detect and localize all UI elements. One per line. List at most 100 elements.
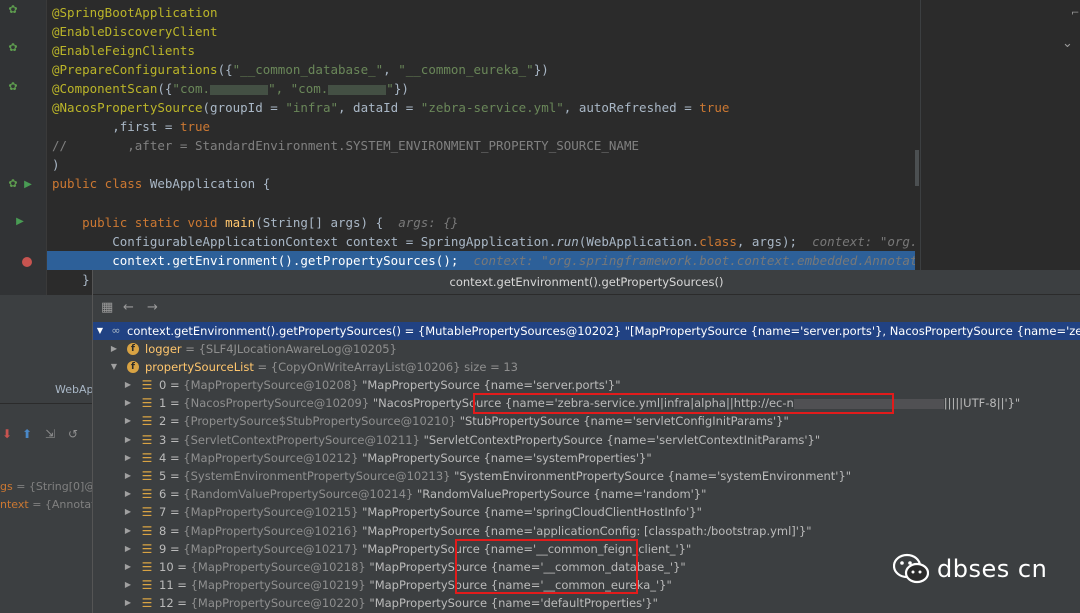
list-item[interactable]: ▶ ☰ 2 = {PropertySource$StubPropertySource…	[93, 412, 1080, 430]
field-icon: f	[127, 361, 139, 373]
stop-icon[interactable]: ⬇	[2, 427, 12, 441]
item-type: {MapPropertySource@10218}	[190, 560, 366, 574]
expanded-triangle-icon[interactable]: ▼	[109, 358, 119, 376]
item-index: 11	[159, 578, 174, 593]
code-line[interactable]: @ComponentScan({"com. ", "com. "})	[47, 79, 915, 98]
item-description: "ServletContextPropertySource {name='ser…	[423, 432, 821, 447]
spring-bean-icon[interactable]: ✿	[7, 4, 19, 16]
code-line[interactable]: public static void main(String[] args) {…	[47, 213, 915, 232]
code-line[interactable]: @NacosPropertySource(groupId = "infra", …	[47, 98, 915, 117]
list-element-icon: ☰	[141, 450, 153, 465]
chevron-down-icon[interactable]: ⌄	[1062, 36, 1073, 51]
run-gutter-icon[interactable]: ▶	[14, 216, 26, 228]
editor-gutter: ✿ ✿ ✿ ✿ ▶ ▶	[0, 0, 47, 295]
restore-icon[interactable]: ↺	[68, 427, 78, 441]
collapsed-triangle-icon[interactable]: ▶	[123, 503, 133, 521]
code-token: "	[386, 81, 394, 96]
collapsed-triangle-icon[interactable]: ▶	[123, 540, 133, 558]
expanded-triangle-icon[interactable]: ▼	[95, 322, 105, 340]
item-type: {MapPropertySource@10212}	[183, 450, 359, 465]
code-line[interactable]: @PrepareConfigurations({"__common_databa…	[47, 60, 915, 79]
code-line[interactable]: ,first = true	[47, 117, 915, 136]
list-item-label: 0 = {MapPropertySource@10208} "MapProper…	[159, 376, 621, 394]
collapsed-triangle-icon[interactable]: ▶	[123, 449, 133, 467]
tree-field-row[interactable]: ▼ f propertySourceList = {CopyOnWriteArray…	[93, 358, 1080, 376]
list-element-icon: ☰	[141, 596, 153, 611]
item-description: "SystemEnvironmentPropertySource {name='…	[454, 469, 852, 483]
code-line[interactable]: @EnableFeignClients	[47, 41, 915, 60]
item-equals: =	[166, 396, 184, 411]
collapsed-triangle-icon[interactable]: ▶	[109, 340, 119, 358]
item-equals: =	[166, 378, 184, 392]
forward-arrow-icon[interactable]: →	[147, 300, 158, 315]
list-item-label: 3 = {ServletContextPropertySource@10211}…	[159, 431, 820, 449]
collapsed-triangle-icon[interactable]: ▶	[123, 394, 133, 412]
collapsed-triangle-icon[interactable]: ▶	[123, 467, 133, 485]
tree-view-icon[interactable]: ▦	[101, 300, 113, 315]
list-item-label: 2 = {PropertySource$StubPropertySource@1…	[159, 412, 789, 430]
collapsed-triangle-icon[interactable]: ▶	[123, 431, 133, 449]
code-token: ConfigurableApplicationContext context =…	[52, 234, 557, 249]
collapsed-triangle-icon[interactable]: ▶	[123, 576, 133, 594]
code-line[interactable]	[47, 194, 915, 213]
list-item[interactable]: ▶ ☰ 12 = {MapPropertySource@10220} "MapPro…	[93, 594, 1080, 612]
breakpoint-icon[interactable]	[22, 257, 32, 267]
code-line-current[interactable]: context.getEnvironment().getPropertySour…	[47, 251, 915, 270]
spring-bean-icon[interactable]: ✿	[7, 81, 19, 93]
code-line[interactable]: )	[47, 155, 915, 174]
collapsed-triangle-icon[interactable]: ▶	[123, 522, 133, 540]
list-item[interactable]: ▶ ☰ 6 = {RandomValuePropertySource@10214} …	[93, 485, 1080, 503]
code-token: @ComponentScan	[52, 81, 158, 96]
item-equals: =	[173, 560, 191, 574]
step-out-icon[interactable]: ⬆	[22, 427, 32, 441]
editor-scrollbar[interactable]	[915, 0, 919, 295]
code-line[interactable]: // ,after = StandardEnvironment.SYSTEM_E…	[47, 136, 915, 155]
code-token: , autoRefreshed =	[563, 100, 700, 115]
item-type: {MapPropertySource@10215}	[183, 505, 359, 520]
code-line[interactable]: @SpringBootApplication	[47, 3, 915, 22]
collapsed-triangle-icon[interactable]: ▶	[123, 558, 133, 576]
list-item[interactable]: ▶ ☰ 0 = {MapPropertySource@10208} "MapProp…	[93, 376, 1080, 394]
list-element-icon: ☰	[141, 432, 153, 447]
code-token: , args);	[736, 234, 813, 249]
item-index: 12	[159, 596, 174, 611]
watch-icon: ∞	[111, 324, 121, 337]
collapsed-triangle-icon[interactable]: ▶	[123, 412, 133, 430]
back-arrow-icon[interactable]: ←	[123, 300, 134, 315]
pin-icon[interactable]: ⌐	[1071, 8, 1079, 19]
editor-tab[interactable]: WebAp	[0, 377, 94, 403]
code-line[interactable]: @EnableDiscoveryClient	[47, 22, 915, 41]
item-equals: =	[166, 505, 184, 520]
list-item[interactable]: ▶ ☰ 3 = {ServletContextPropertySource@1021…	[93, 431, 1080, 449]
run-gutter-icon[interactable]: ▶	[22, 179, 34, 191]
item-equals: =	[173, 596, 191, 611]
frames-icon[interactable]: ⇲	[45, 427, 55, 441]
code-editor[interactable]: @SpringBootApplication @EnableDiscoveryCl…	[47, 0, 915, 295]
collapsed-triangle-icon[interactable]: ▶	[123, 376, 133, 394]
tree-field-row[interactable]: ▶ f logger = {SLF4JLocationAwareLog@10205}	[93, 340, 1080, 358]
code-token: ",	[268, 81, 291, 96]
item-index: 10	[159, 560, 174, 574]
code-token: (String[] args) {	[255, 215, 399, 230]
list-item[interactable]: ▶ ☰ 7 = {MapPropertySource@10215} "MapProp…	[93, 503, 1080, 521]
list-item-label: 4 = {MapPropertySource@10212} "MapProper…	[159, 449, 652, 467]
spring-bean-icon[interactable]: ✿	[7, 178, 19, 190]
item-description: "MapPropertySource {name='systemProperti…	[362, 450, 652, 465]
spring-bean-icon[interactable]: ✿	[7, 42, 19, 54]
list-item[interactable]: ▶ ☰ 8 = {MapPropertySource@10216} "MapProp…	[93, 522, 1080, 540]
tree-field-label: propertySourceList = {CopyOnWriteArrayLi…	[145, 358, 518, 376]
variable-context[interactable]: ntext = {Annotatio	[0, 498, 105, 511]
list-item-label: 6 = {RandomValuePropertySource@10214} "R…	[159, 485, 706, 503]
code-line[interactable]: public class WebApplication {	[47, 174, 915, 193]
list-item[interactable]: ▶ ☰ 5 = {SystemEnvironmentPropertySource@1…	[93, 467, 1080, 485]
item-description: "MapPropertySource {name='defaultPropert…	[369, 596, 658, 611]
code-token: ({	[157, 81, 173, 96]
code-line[interactable]: ConfigurableApplicationContext context =…	[47, 232, 915, 251]
tree-root-value: = {MutablePropertySources@10202} "[MapPr…	[404, 324, 1080, 338]
collapsed-triangle-icon[interactable]: ▶	[123, 485, 133, 503]
tree-root-row[interactable]: ▼ ∞ context.getEnvironment().getPropertySo…	[93, 322, 1080, 340]
collapsed-triangle-icon[interactable]: ▶	[123, 594, 133, 612]
code-token: @SpringBootApplication	[52, 5, 218, 20]
list-item[interactable]: ▶ ☰ 4 = {MapPropertySource@10212} "MapProp…	[93, 449, 1080, 467]
code-token: public class	[52, 176, 150, 191]
